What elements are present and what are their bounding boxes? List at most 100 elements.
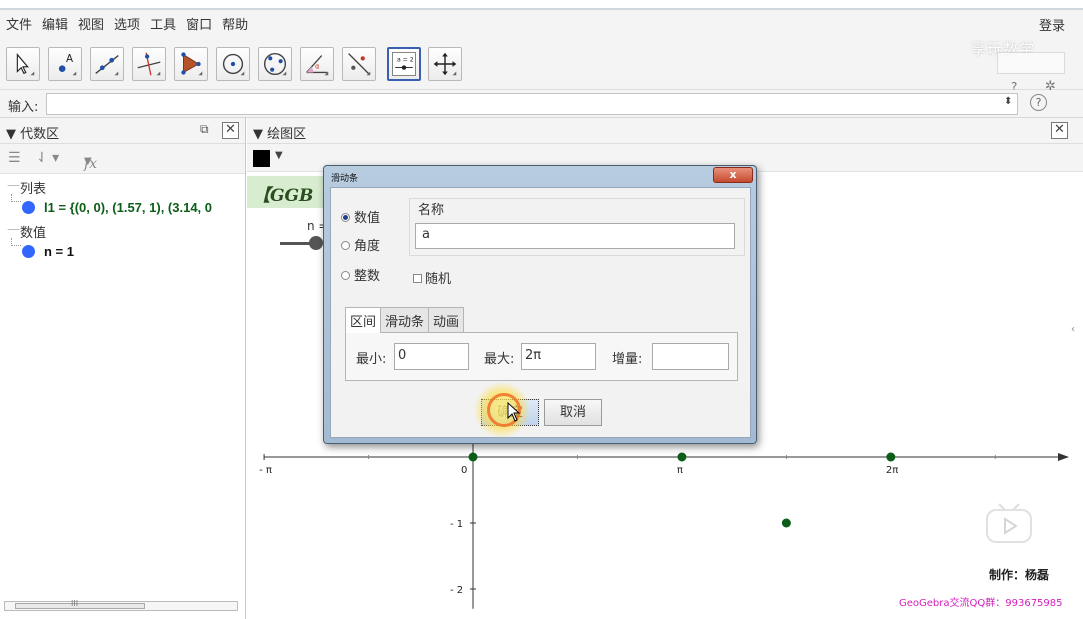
algebra-view: ▼ 代数区 ⧉ ✕ ☰ ⇃ ▾ fx ▼ — 列表 l1 = {(0, 0), … <box>0 118 246 619</box>
scroll-grip: III <box>71 599 79 608</box>
slider-dialog: 滑动条 x 数值 角度 整数 名称 a 随机 区间 滑动条 动画 最小: 0 最… <box>323 165 757 444</box>
reflect-tool-button[interactable] <box>342 47 376 81</box>
x-axis-arrow <box>1058 453 1069 461</box>
dialog-close-button[interactable]: x <box>713 167 753 183</box>
move-view-icon <box>433 52 457 76</box>
arrow-cursor-icon <box>16 53 35 76</box>
menu-file[interactable]: 文件 <box>0 14 37 33</box>
tab-slider[interactable]: 滑动条 <box>380 307 430 332</box>
circle-center-icon <box>222 53 245 76</box>
input-history-icon[interactable]: ⬍ <box>1004 96 1012 107</box>
visibility-dot-icon[interactable] <box>22 201 35 214</box>
slider-tool-button[interactable]: a = 2 <box>387 47 421 81</box>
menu-options[interactable]: 选项 <box>109 14 145 33</box>
algebra-item-l1[interactable]: l1 = {(0, 0), (1.57, 1), (3.14, 0 <box>44 200 212 215</box>
menu-window[interactable]: 窗口 <box>181 14 217 33</box>
min-input[interactable]: 0 <box>394 343 469 370</box>
radio-number[interactable]: 数值 <box>341 207 380 226</box>
y-tick-label: - 1 <box>450 519 463 530</box>
input-bar: 输入: ⬍ ? <box>0 90 1083 118</box>
slider-tool-label: a = 2 <box>397 56 414 63</box>
input-label: 输入: <box>8 100 39 115</box>
circle-three-points-icon <box>263 52 287 76</box>
algebra-style-bar: ☰ ⇃ ▾ fx ▼ <box>0 144 245 174</box>
tab-interval[interactable]: 区间 <box>345 307 382 333</box>
step-input[interactable] <box>652 343 729 370</box>
random-checkbox[interactable]: 随机 <box>413 268 451 287</box>
x-tick-label: 2π <box>886 465 898 476</box>
menu-edit[interactable]: 编辑 <box>37 14 73 33</box>
line-icon <box>95 54 119 76</box>
radio-icon <box>341 271 350 280</box>
angle-tool-button[interactable]: α <box>300 47 334 81</box>
collapse-icon[interactable]: — <box>7 178 20 193</box>
horizontal-scrollbar[interactable]: III <box>4 599 238 611</box>
cancel-button[interactable]: 取消 <box>544 399 602 426</box>
interval-panel: 最小: 0 最大: 2π 增量: <box>345 332 738 381</box>
play-video-icon[interactable] <box>981 498 1037 546</box>
sort-icon[interactable]: ⇃ ▾ <box>36 150 59 166</box>
tree-connector <box>11 194 21 202</box>
input-help-icon[interactable]: ? <box>1030 94 1047 111</box>
tab-animation[interactable]: 动画 <box>428 307 465 332</box>
radio-angle[interactable]: 角度 <box>341 235 380 254</box>
algebra-title: 代数区 <box>20 127 60 142</box>
toolbar: A α a = 2 享玩数学 ? ✲ <box>0 36 1083 94</box>
x-tick-label: π <box>677 465 683 476</box>
scrollbar-thumb[interactable]: III <box>15 599 145 609</box>
min-label: 最小: <box>356 352 387 367</box>
group-label: 列表 <box>20 182 47 197</box>
name-group: 名称 a <box>409 198 745 256</box>
point-tool-button[interactable]: A <box>48 47 82 81</box>
menu-view[interactable]: 视图 <box>73 14 109 33</box>
radio-icon <box>341 241 350 250</box>
tree-connector <box>11 238 21 246</box>
perpendicular-icon <box>137 52 161 76</box>
move-tool-button[interactable] <box>6 47 40 81</box>
reflect-icon <box>348 53 371 76</box>
radio-selected-icon <box>341 213 350 222</box>
data-point <box>468 452 478 462</box>
visibility-dot-icon[interactable] <box>22 245 35 258</box>
dialog-title: 滑动条 <box>331 174 359 184</box>
menu-bar: 文件 编辑 视图 选项 工具 窗口 帮助 登录 <box>0 8 1083 36</box>
close-icon[interactable]: ✕ <box>222 122 239 139</box>
polygon-tool-button[interactable] <box>174 47 208 81</box>
menu-help[interactable]: 帮助 <box>217 14 253 33</box>
menu-tools[interactable]: 工具 <box>145 14 181 33</box>
data-point <box>781 518 791 528</box>
max-input[interactable]: 2π <box>521 343 596 370</box>
max-label: 最大: <box>484 352 515 367</box>
circle-three-points-tool-button[interactable] <box>258 47 292 81</box>
auxiliary-objects-icon[interactable]: ☰ <box>8 150 21 166</box>
name-input[interactable]: a <box>415 223 735 249</box>
dialog-tabs: 区间 滑动条 动画 <box>345 307 465 333</box>
data-point <box>886 452 896 462</box>
credit-maker: 制作：杨磊 <box>989 568 1050 582</box>
point-icon: A <box>58 53 77 76</box>
algebra-header: ▼ 代数区 ⧉ ✕ <box>0 118 245 144</box>
polygon-icon <box>181 52 203 76</box>
move-graphics-view-tool-button[interactable] <box>428 47 462 81</box>
name-label: 名称 <box>418 203 445 218</box>
radio-integer[interactable]: 整数 <box>341 265 380 284</box>
svg-text:A: A <box>66 53 73 65</box>
undo-redo-buttons[interactable] <box>997 52 1065 74</box>
credit-group: GeoGebra交流QQ群：993675985 <box>899 598 1063 609</box>
x-tick-label: - π <box>259 465 272 476</box>
x-tick-label: 0 <box>461 465 467 476</box>
data-point <box>677 452 687 462</box>
float-window-icon[interactable]: ⧉ <box>200 122 209 137</box>
circle-center-point-tool-button[interactable] <box>216 47 250 81</box>
dialog-body: 数值 角度 整数 名称 a 随机 区间 滑动条 动画 最小: 0 最大: 2π … <box>330 187 751 438</box>
collapse-panel-icon[interactable]: ‹ <box>1071 324 1075 335</box>
group-label: 数值 <box>20 226 47 241</box>
perpendicular-line-tool-button[interactable] <box>132 47 166 81</box>
line-tool-button[interactable] <box>90 47 124 81</box>
checkbox-icon <box>413 274 422 283</box>
y-tick-label: - 2 <box>450 585 463 596</box>
login-link[interactable]: 登录 <box>1039 15 1065 34</box>
collapse-icon[interactable]: — <box>7 222 20 237</box>
input-field[interactable] <box>46 93 1018 115</box>
algebra-item-n[interactable]: n = 1 <box>44 244 74 259</box>
